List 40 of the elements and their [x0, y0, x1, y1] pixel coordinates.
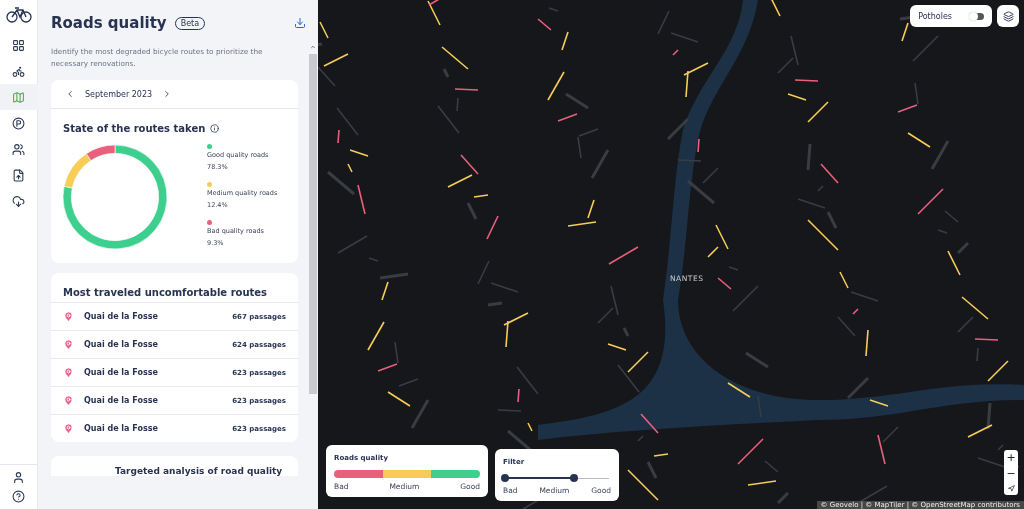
card-title: Most traveled uncomfortable routes — [63, 287, 268, 298]
location-pin-icon — [63, 339, 74, 350]
cloud-download-icon — [12, 194, 25, 208]
route-name[interactable]: Quai de la Fosse — [84, 368, 233, 377]
location-pin-icon — [63, 395, 74, 406]
route-name[interactable]: Quai de la Fosse — [84, 340, 233, 349]
layers-button[interactable] — [997, 5, 1019, 27]
route-name[interactable]: Quai de la Fosse — [84, 312, 233, 321]
potholes-toggle[interactable]: Potholes — [910, 5, 992, 27]
route-name[interactable]: Quai de la Fosse — [84, 424, 233, 433]
toggle-switch[interactable] — [970, 12, 984, 20]
map-icon — [12, 90, 25, 104]
download-icon[interactable] — [294, 17, 306, 29]
slider-thumb[interactable] — [569, 474, 578, 482]
bicycle-icon — [12, 64, 25, 78]
grid-icon — [12, 38, 25, 52]
info-icon[interactable] — [210, 124, 220, 133]
route-name[interactable]: Quai de la Fosse — [84, 396, 233, 405]
analysis-card: Targeted analysis of road quality — [51, 456, 298, 476]
period-label: September 2023 — [85, 89, 153, 99]
toggle-label: Potholes — [918, 11, 952, 21]
parking-icon — [12, 116, 25, 130]
help-icon[interactable] — [12, 490, 25, 503]
layers-icon — [1002, 10, 1014, 22]
scrollbar-thumb[interactable] — [309, 54, 317, 394]
previous-icon[interactable] — [65, 89, 75, 99]
location-pin-icon — [63, 367, 74, 378]
user-icon[interactable] — [12, 471, 25, 484]
zoom-in-button[interactable]: + — [1004, 450, 1018, 466]
zoom-out-button[interactable]: − — [1004, 466, 1018, 482]
location-pin-icon — [63, 423, 74, 434]
location-pin-icon — [63, 311, 74, 322]
compass-icon[interactable] — [1007, 485, 1015, 492]
page-title: Roads quality — [51, 14, 167, 32]
file-icon — [12, 168, 25, 182]
card-title: State of the routes taken — [63, 123, 206, 134]
scroll-up-icon[interactable] — [310, 44, 316, 50]
users-icon — [12, 142, 25, 156]
bicycle-logo-icon[interactable] — [5, 6, 32, 24]
slider-thumb[interactable] — [501, 474, 509, 482]
